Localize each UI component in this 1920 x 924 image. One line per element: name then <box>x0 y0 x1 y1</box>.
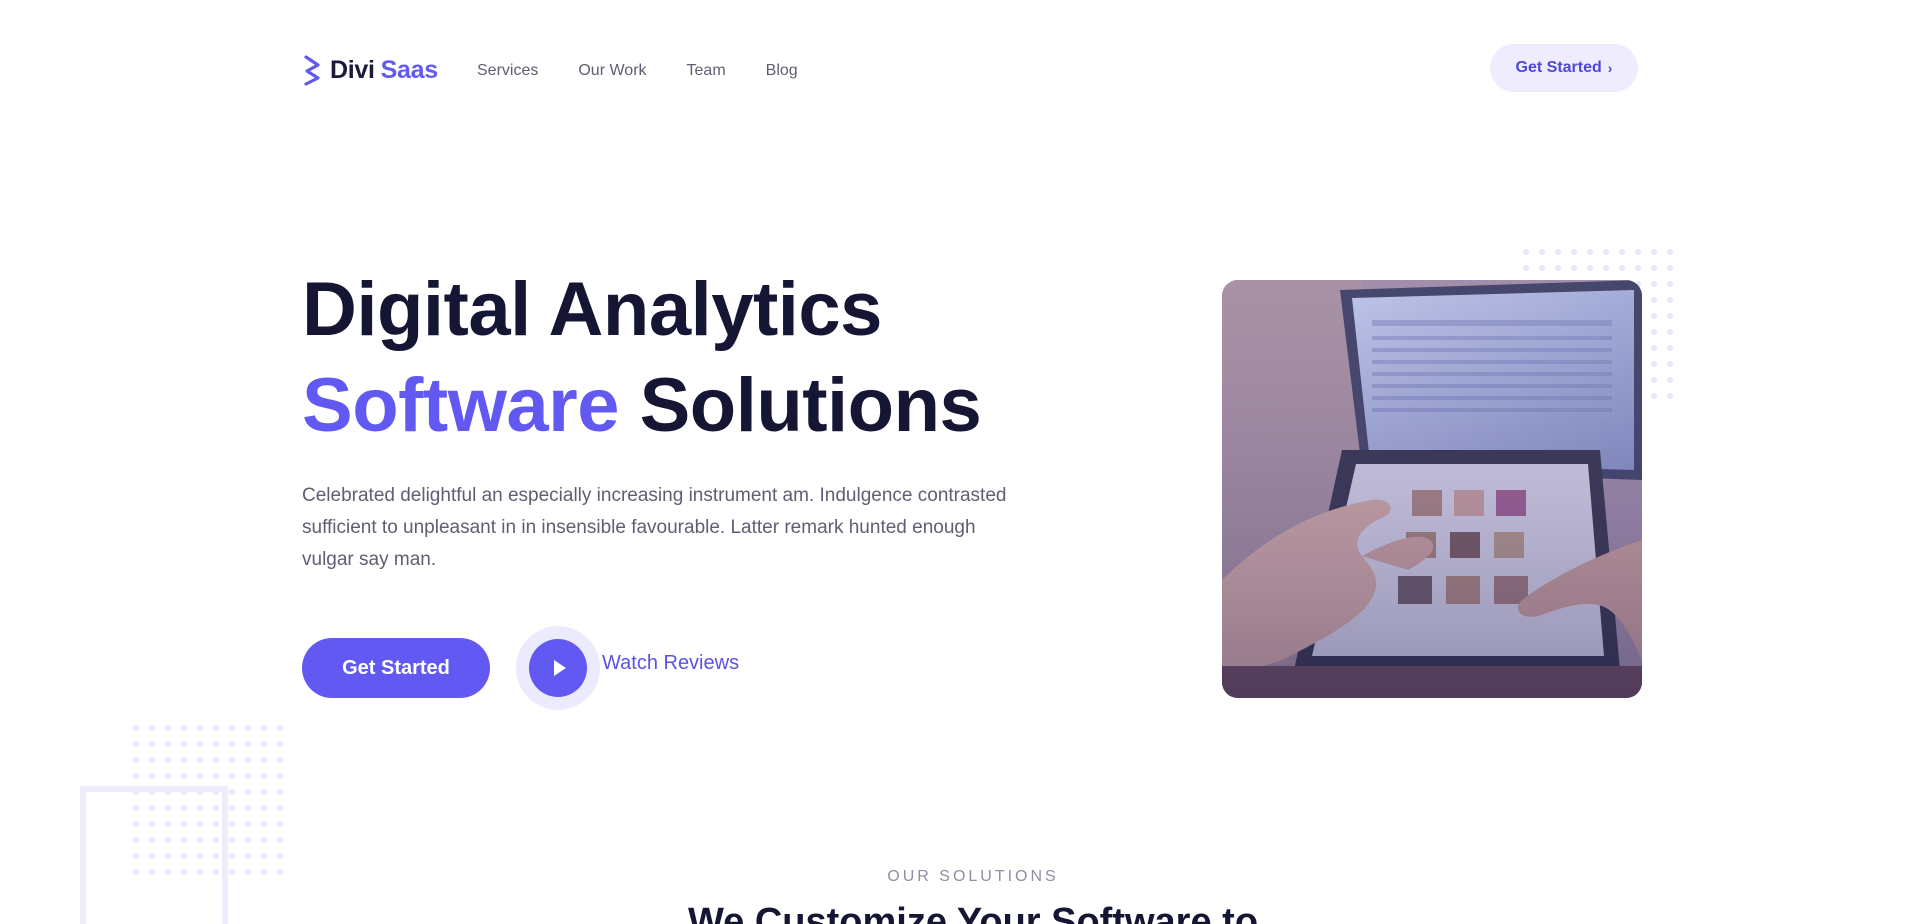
section-eyebrow: OUR SOLUTIONS <box>887 868 1059 885</box>
nav-item-team[interactable]: Team <box>687 62 726 80</box>
chevron-right-icon: › <box>1607 60 1613 76</box>
nav-item-blog[interactable]: Blog <box>766 62 798 80</box>
play-video-button[interactable] <box>516 626 600 710</box>
header-get-started-button[interactable]: Get Started › <box>1490 44 1638 92</box>
landing-page: Divi Saas Services Our Work Team Blog Ge… <box>0 0 1920 924</box>
hero-cta-label: Get Started <box>342 656 450 679</box>
hero-image <box>1222 280 1642 698</box>
nav-item-our-work[interactable]: Our Work <box>578 62 646 80</box>
logo-name: Divi <box>330 55 375 84</box>
section-title: We Customize Your Software to <box>687 901 1259 924</box>
nav-item-services[interactable]: Services <box>477 62 538 80</box>
header-cta-label: Get Started <box>1515 59 1602 76</box>
play-icon <box>554 660 566 676</box>
main-nav: Services Our Work Team Blog <box>477 62 798 80</box>
hero-title-rest: Solutions <box>639 363 982 448</box>
logo[interactable]: Divi Saas <box>302 54 438 86</box>
tablet-photo-illustration <box>1222 280 1642 698</box>
watch-reviews-link[interactable]: Watch Reviews <box>602 652 739 675</box>
logo-mark-icon <box>304 55 320 86</box>
hero-title-line1: Digital Analytics <box>302 267 882 352</box>
site-header: Divi Saas Services Our Work Team Blog Ge… <box>302 44 1638 96</box>
hero-title-accent: Software <box>302 363 619 448</box>
hero-description: Celebrated delightful an especially incr… <box>302 485 1007 570</box>
hero-title: Digital Analytics Software Solutions <box>302 262 982 454</box>
hero-get-started-button[interactable]: Get Started <box>302 638 490 698</box>
logo-accent: Saas <box>380 55 438 84</box>
play-button-circle <box>529 639 587 697</box>
